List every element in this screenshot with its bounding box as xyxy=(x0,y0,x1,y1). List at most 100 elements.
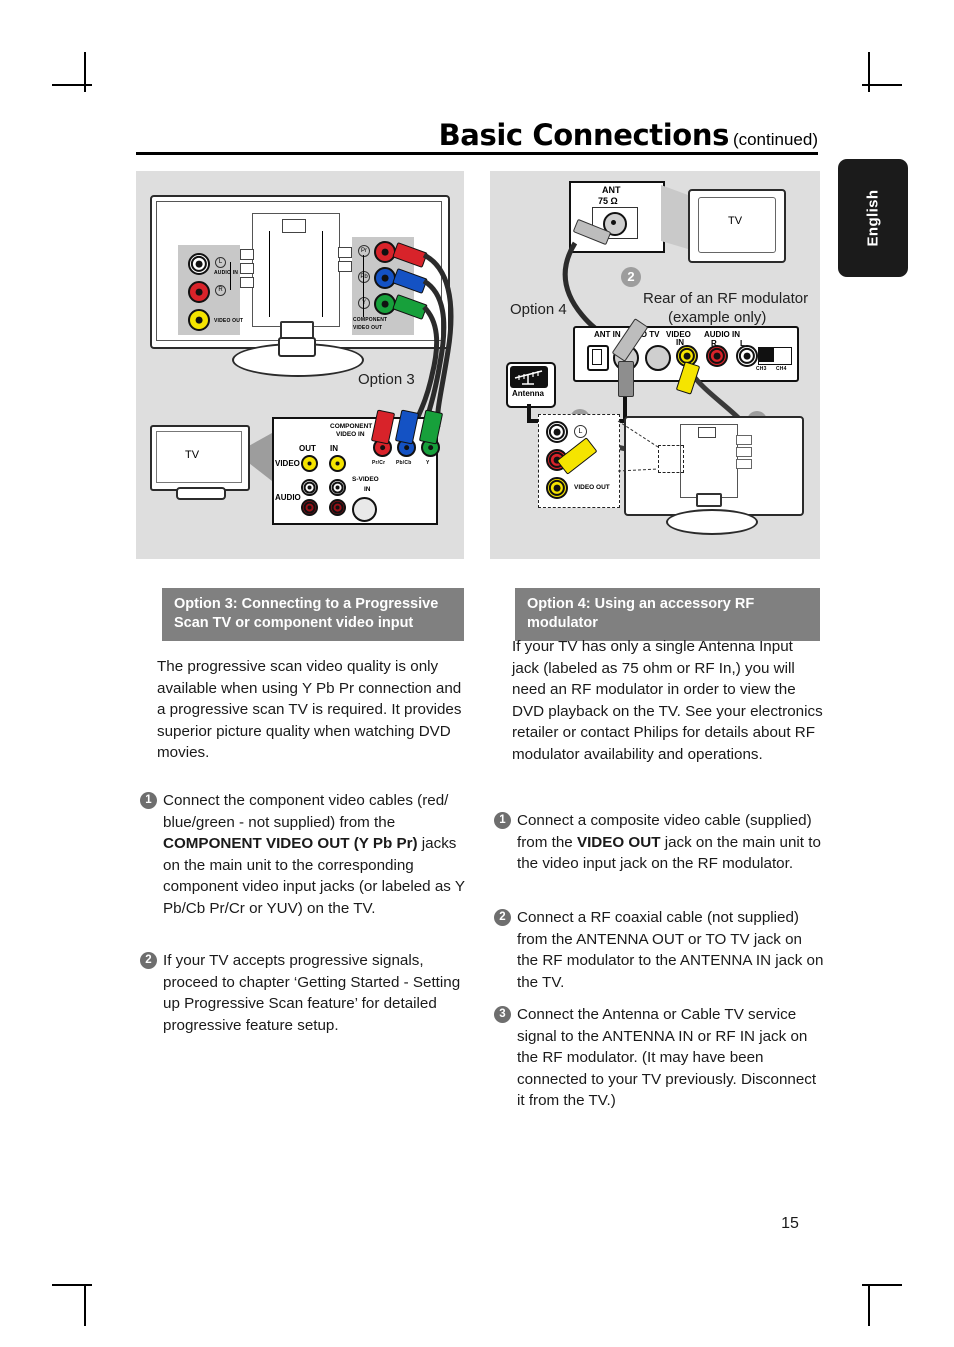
tv-svideo-label-line2: IN xyxy=(364,486,371,493)
crop-mark-bottom-left-h xyxy=(52,1284,92,1286)
main-unit-center-rail-2 xyxy=(322,231,323,317)
crop-mark-bottom-left-v xyxy=(84,1286,86,1326)
tv-out-label: OUT xyxy=(299,444,316,453)
main-unit-side-slot-3 xyxy=(240,277,254,288)
main-unit-center-top-tab xyxy=(282,219,306,233)
rf-main-unit-side-panel-3 xyxy=(736,459,752,469)
rf-main-unit-side-panel-2 xyxy=(736,447,752,457)
step-left-1-text: Connect the component video cables (red/… xyxy=(163,792,465,917)
page-title-text: Basic Connections xyxy=(438,118,730,152)
step-right-3-number: 3 xyxy=(494,1006,511,1023)
tv-svideo-label-line1: S-VIDEO xyxy=(352,476,379,483)
audio-in-r-marker: R xyxy=(215,285,226,296)
tv-audio-in-r2-jack xyxy=(329,499,346,516)
component-y-jack xyxy=(374,293,396,315)
intro-paragraph-option-4: If your TV has only a single Antenna Inp… xyxy=(512,638,823,763)
diagram-option-3: AUDIO IN VIDEO OUT L R Pr Pb Y COMPONENT… xyxy=(136,171,464,559)
step-left-1-number: 1 xyxy=(140,792,157,809)
step-right-2-number: 2 xyxy=(494,909,511,926)
audio-in-bracket xyxy=(230,262,231,290)
component-pr-marker: Pr xyxy=(358,245,370,257)
page-number: 15 xyxy=(781,1215,799,1232)
tv-component-y-label: Y xyxy=(426,460,430,466)
step-right-2-text: Connect a RF coaxial cable (not supplied… xyxy=(517,909,824,991)
main-unit-side-slot-5 xyxy=(338,261,352,272)
rf-tv-screen-label: TV xyxy=(728,215,743,227)
modulator-ch3-label: CH3 xyxy=(756,366,767,372)
main-unit-side-slot-4 xyxy=(338,247,352,258)
component-video-out-label-line2: VIDEO OUT xyxy=(353,325,383,331)
tv-stand xyxy=(176,487,226,500)
component-video-out-label-line1: COMPONENT xyxy=(353,317,388,323)
component-pr-jack xyxy=(374,241,396,263)
step-left-2-text: If your TV accepts progressive signals, … xyxy=(163,952,461,1034)
audio-in-l-marker: L xyxy=(215,257,226,268)
crop-mark-top-left-v xyxy=(84,52,86,92)
modulator-channel-switch-knob xyxy=(759,348,774,362)
step-right-1-text: Connect a composite video cable (supplie… xyxy=(517,812,821,872)
diagram-left-caption: Option 3 xyxy=(358,371,415,388)
step-right-3-text: Connect the Antenna or Cable TV service … xyxy=(517,1006,817,1109)
rf-modulator-title-line1: Rear of an RF modulator xyxy=(643,290,809,307)
language-tab: English xyxy=(838,159,908,277)
rf-modulator-title-line2: (example only) xyxy=(668,309,767,326)
tv-component-pb-label: Pb/Cb xyxy=(396,460,412,466)
rf-main-unit-stand xyxy=(666,509,758,535)
tv-audio-in-l-jack xyxy=(301,479,318,496)
ant-label-line1: ANT xyxy=(602,185,621,195)
component-pb-jack xyxy=(374,267,396,289)
tv-video-out-jack xyxy=(301,455,318,472)
main-unit-stand-neck xyxy=(278,337,316,357)
tv-component-video-in-line2: VIDEO IN xyxy=(336,431,365,438)
crop-mark-top-right-v xyxy=(868,52,870,92)
tv-component-plug-green xyxy=(418,409,444,445)
language-tab-label: English xyxy=(864,189,882,247)
tv-audio-label: AUDIO xyxy=(275,493,301,502)
section-heading-option-4: Option 4: Using an accessory RF modulato… xyxy=(515,588,820,641)
component-y-marker: Y xyxy=(358,297,370,309)
tv-svideo-in-jack xyxy=(352,497,377,522)
page-title: Basic Connections (continued) xyxy=(136,118,818,152)
rf-detail-video-out-jack xyxy=(546,477,568,499)
rf-detail-audio-l-marker: L xyxy=(574,425,587,438)
crop-mark-top-left-h xyxy=(52,84,92,86)
step-left-1: 1 Connect the component video cables (re… xyxy=(140,790,468,919)
step-marker-2: 2 xyxy=(621,267,641,287)
intro-paragraph-option-3: The progressive scan video quality is on… xyxy=(157,658,462,761)
main-unit-side-slot-2 xyxy=(240,263,254,274)
modulator-audio-r-jack xyxy=(706,345,728,367)
modulator-audio-in-label: AUDIO IN xyxy=(704,330,740,339)
video-out-label: VIDEO OUT xyxy=(214,318,244,324)
tv-video-label: VIDEO xyxy=(275,459,300,468)
main-unit-center-rail xyxy=(269,231,270,317)
ant-label-line2: 75 Ω xyxy=(598,196,618,206)
modulator-ch4-label: CH4 xyxy=(776,366,787,372)
step-right-1-number: 1 xyxy=(494,812,511,829)
tv-audio-in-r-jack xyxy=(301,499,318,516)
video-out-jack xyxy=(188,309,210,331)
modulator-ant-in-label: ANT IN xyxy=(594,330,621,339)
page-title-continued: (continued) xyxy=(732,130,818,149)
modulator-to-tv-coax xyxy=(645,345,671,371)
tv-video-in-jack xyxy=(329,455,346,472)
ant-coax-jack-pin xyxy=(611,220,616,225)
main-unit-side-slot-1 xyxy=(240,249,254,260)
audio-in-label: AUDIO IN xyxy=(214,270,239,276)
antenna-icon-label: Antenna xyxy=(512,389,544,398)
step-right-1: 1 Connect a composite video cable (suppl… xyxy=(494,810,824,875)
tv-in-label: IN xyxy=(330,444,338,453)
header-divider xyxy=(136,152,818,155)
step-left-2: 2 If your TV accepts progressive signals… xyxy=(140,950,468,1036)
antenna-coax-plug xyxy=(618,361,634,397)
component-bracket xyxy=(363,255,364,317)
rf-main-unit-base-connector xyxy=(696,493,722,507)
tv-component-pr-label: Pr/Cr xyxy=(372,460,386,466)
rf-main-unit-top-tab xyxy=(698,427,716,438)
diagram-option-4: ANT 75 Ω TV 2 Option 4 Rear of an RF mod… xyxy=(490,171,820,559)
rf-detail-audio-l-jack xyxy=(546,421,568,443)
tv-screen-label: TV xyxy=(185,449,200,461)
modulator-square-connector-inner xyxy=(592,349,602,365)
diagram-right-caption: Option 4 xyxy=(510,301,567,318)
rf-main-unit-side-panel-1 xyxy=(736,435,752,445)
audio-in-r-jack xyxy=(188,281,210,303)
